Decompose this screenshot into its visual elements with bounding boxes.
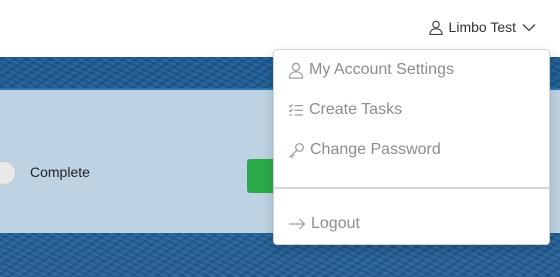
- menu-item-label: Logout: [311, 215, 360, 232]
- menu-item-change-password[interactable]: Change Password: [288, 139, 441, 161]
- user-name: Limbo Test: [448, 19, 516, 35]
- complete-label: Complete: [30, 164, 90, 180]
- menu-item-account-settings[interactable]: My Account Settings: [288, 59, 454, 81]
- menu-divider: [274, 187, 549, 189]
- user-icon: [428, 20, 443, 35]
- user-icon: [288, 62, 304, 79]
- list-check-icon: [288, 103, 304, 117]
- arrow-right-icon: [288, 218, 306, 230]
- chevron-down-icon: [522, 23, 536, 32]
- menu-item-label: Change Password: [310, 141, 441, 158]
- menu-item-create-tasks[interactable]: Create Tasks: [288, 99, 402, 121]
- user-dropdown-menu: My Account Settings Create Tasks Change: [273, 49, 550, 245]
- menu-item-logout[interactable]: Logout: [288, 213, 360, 235]
- menu-item-label: Create Tasks: [309, 101, 403, 118]
- menu-item-label: My Account Settings: [309, 61, 454, 78]
- key-icon: [288, 142, 305, 159]
- user-menu-toggle[interactable]: Limbo Test: [428, 16, 536, 38]
